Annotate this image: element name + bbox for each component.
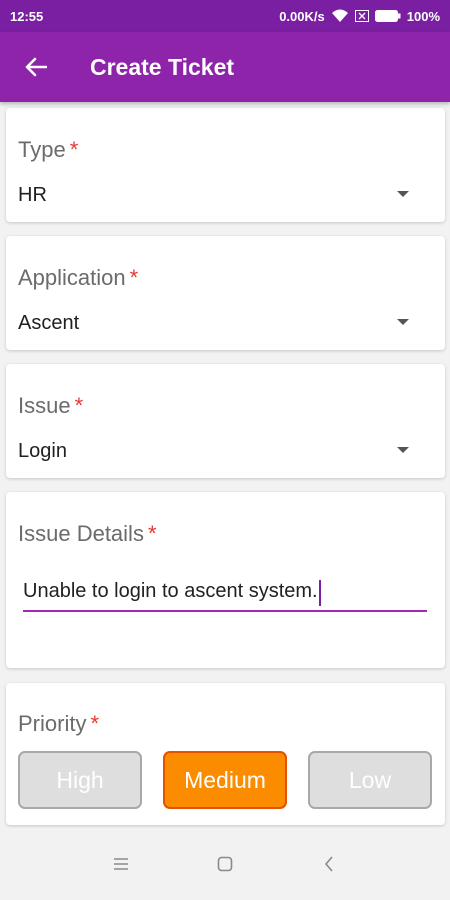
type-label-text: Type xyxy=(18,137,66,162)
type-label: Type * xyxy=(18,137,78,163)
issue-details-input[interactable]: Unable to login to ascent system. xyxy=(23,576,427,612)
system-nav-bar xyxy=(0,828,450,900)
priority-label: Priority * xyxy=(18,711,99,737)
wifi-icon xyxy=(331,9,349,23)
priority-low-button[interactable]: Low xyxy=(308,751,432,809)
battery-percent: 100% xyxy=(406,8,440,24)
issue-card[interactable]: Issue * Login xyxy=(6,364,445,478)
issue-label: Issue * xyxy=(18,393,83,419)
status-bar: 12:55 0.00K/s 100% xyxy=(0,0,450,32)
application-label-text: Application xyxy=(18,265,126,290)
status-right: 0.00K/s 100% xyxy=(279,9,440,24)
chevron-down-icon[interactable] xyxy=(397,319,409,325)
back-chevron-icon xyxy=(324,856,333,872)
issue-label-text: Issue xyxy=(18,393,71,418)
application-label: Application * xyxy=(18,265,138,291)
required-asterisk: * xyxy=(147,521,157,546)
priority-medium-button[interactable]: Medium xyxy=(163,751,287,809)
system-back-button[interactable] xyxy=(309,844,349,884)
menu-icon xyxy=(114,858,128,870)
text-cursor xyxy=(318,580,321,606)
issue-details-card: Issue Details * Unable to login to ascent… xyxy=(6,492,445,668)
chevron-down-icon[interactable] xyxy=(397,191,409,197)
page-title: Create Ticket xyxy=(90,53,235,80)
issue-details-label-text: Issue Details xyxy=(18,521,144,546)
required-asterisk: * xyxy=(129,265,139,290)
battery-icon xyxy=(374,10,401,22)
sim-off-icon xyxy=(354,10,369,22)
priority-high-button[interactable]: High xyxy=(18,751,142,809)
back-button[interactable] xyxy=(0,32,72,102)
application-select-value[interactable]: Ascent xyxy=(18,312,79,335)
network-speed: 0.00K/s xyxy=(279,8,325,24)
issue-details-label: Issue Details * xyxy=(18,521,157,547)
required-asterisk: * xyxy=(90,711,100,736)
type-select-value[interactable]: HR xyxy=(18,184,47,207)
home-square-icon xyxy=(217,856,233,872)
chevron-down-icon[interactable] xyxy=(397,447,409,453)
priority-label-text: Priority xyxy=(18,711,87,736)
status-time: 12:55 xyxy=(10,8,44,24)
application-card[interactable]: Application * Ascent xyxy=(6,236,445,350)
menu-button[interactable] xyxy=(101,844,141,884)
app-bar: Create Ticket xyxy=(0,32,450,102)
priority-card: Priority * High Medium Low xyxy=(6,683,445,825)
required-asterisk: * xyxy=(69,137,79,162)
arrow-left-icon xyxy=(25,57,47,77)
required-asterisk: * xyxy=(74,393,84,418)
issue-details-text: Unable to login to ascent system. xyxy=(23,580,318,602)
type-card[interactable]: Type * HR xyxy=(6,108,445,222)
home-button[interactable] xyxy=(205,844,245,884)
issue-select-value[interactable]: Login xyxy=(18,440,67,463)
